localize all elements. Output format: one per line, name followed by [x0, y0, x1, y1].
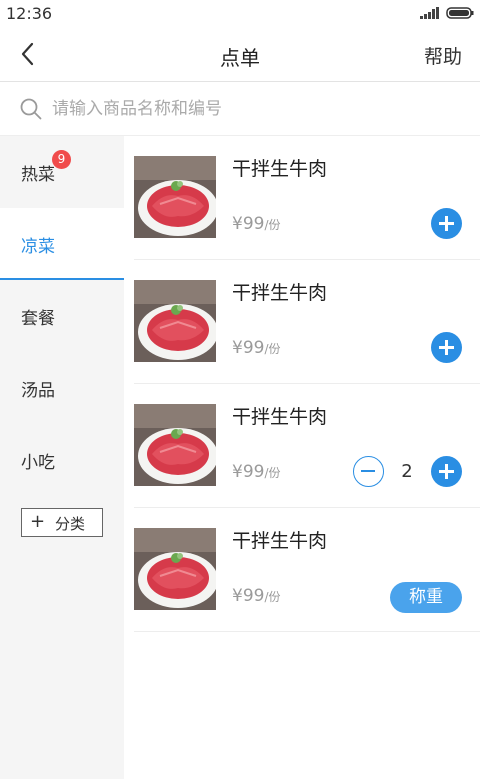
product-image [134, 156, 216, 238]
price-value: ¥99 [232, 338, 265, 358]
price-value: ¥99 [232, 214, 265, 234]
product-price: ¥99/份 [232, 338, 281, 358]
sidebar-item-set-meals[interactable]: 套餐 [0, 280, 124, 352]
status-time: 12:36 [6, 4, 53, 23]
sidebar-item-label: 凉菜 [21, 237, 55, 257]
sidebar-item-cold-dishes[interactable]: 凉菜 [0, 208, 124, 280]
product-name: 干拌生牛肉 [232, 282, 328, 304]
product-name: 干拌生牛肉 [232, 406, 328, 428]
sidebar-item-label: 小吃 [21, 453, 55, 473]
product-item: 干拌生牛肉 ¥99/份 [124, 136, 480, 260]
search-icon [20, 98, 42, 120]
product-item: 干拌生牛肉 ¥99/份 称重 [124, 508, 480, 632]
sidebar-item-label: 热菜 [21, 165, 55, 185]
product-price: ¥99/份 [232, 214, 281, 234]
weigh-button[interactable]: 称重 [390, 582, 462, 613]
sidebar-item-label: 汤品 [21, 381, 55, 401]
product-item: 干拌生牛肉 ¥99/份 [124, 260, 480, 384]
price-unit: /份 [264, 466, 281, 480]
product-item: 干拌生牛肉 ¥99/份 2 [124, 384, 480, 508]
price-unit: /份 [264, 590, 281, 604]
product-name: 干拌生牛肉 [232, 530, 328, 552]
product-image [134, 280, 216, 362]
search-input[interactable] [52, 95, 452, 123]
page-title: 点单 [220, 46, 260, 70]
product-price: ¥99/份 [232, 462, 281, 482]
price-unit: /份 [264, 342, 281, 356]
product-image [134, 404, 216, 486]
category-sidebar: 热菜 9 凉菜 套餐 汤品 小吃 + 分类 [0, 136, 124, 779]
product-image [134, 528, 216, 610]
sidebar-item-label: 套餐 [21, 309, 55, 329]
increase-quantity-button[interactable] [431, 456, 462, 487]
add-to-cart-button[interactable] [431, 208, 462, 239]
add-category-label: 分类 [55, 515, 86, 533]
add-category-button[interactable]: + 分类 [21, 508, 103, 537]
nav-bar: 点单 帮助 [0, 28, 480, 82]
price-value: ¥99 [232, 462, 265, 482]
status-bar: 12:36 [0, 0, 480, 28]
help-button[interactable]: 帮助 [424, 42, 462, 69]
sidebar-item-hot-dishes[interactable]: 热菜 9 [0, 136, 124, 208]
quantity-value: 2 [401, 461, 413, 482]
product-name: 干拌生牛肉 [232, 158, 328, 180]
decrease-quantity-button[interactable] [353, 456, 384, 487]
sidebar-item-soups[interactable]: 汤品 [0, 352, 124, 424]
price-unit: /份 [264, 218, 281, 232]
add-to-cart-button[interactable] [431, 332, 462, 363]
sidebar-item-snacks[interactable]: 小吃 [0, 424, 124, 496]
divider [134, 631, 480, 632]
product-price: ¥99/份 [232, 586, 281, 606]
count-badge: 9 [52, 150, 71, 169]
battery-icon [446, 7, 474, 19]
search-bar [0, 83, 480, 136]
plus-icon: + [30, 511, 46, 532]
signal-icon [420, 7, 439, 19]
price-value: ¥99 [232, 586, 265, 606]
